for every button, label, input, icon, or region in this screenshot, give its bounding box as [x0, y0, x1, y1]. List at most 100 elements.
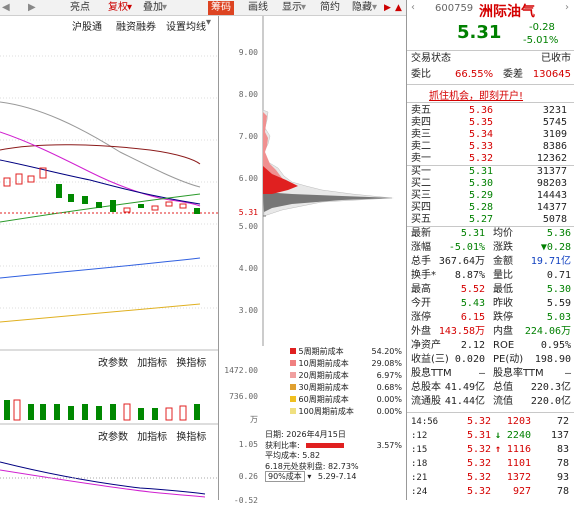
next-stock-icon[interactable]: › [565, 2, 569, 13]
sell-order-row[interactable]: 卖五 5.36 3231 [407, 105, 574, 117]
legend-row: 10周期前成本 29.08% [262, 358, 406, 369]
tick-time: :12 [411, 431, 428, 441]
toolbar-fuquan[interactable]: 复权 [108, 1, 128, 15]
avg-cost: 平均成本: 5.82 [265, 451, 321, 460]
toolbar-highlight[interactable]: 亮点 [70, 1, 90, 15]
sell-order-row[interactable]: 卖一 5.32 12362 [407, 153, 574, 165]
tag-hk-connect[interactable]: 沪股通 [72, 18, 102, 33]
cost-range-dropdown-icon[interactable]: ▾ [307, 472, 311, 481]
cost-range-select[interactable]: 90%成本 [265, 471, 305, 482]
status-row: 交易状态 已收市 [407, 53, 574, 65]
stock-code: 600759 [435, 3, 474, 14]
sell-order-row[interactable]: 卖三 5.34 3109 [407, 129, 574, 141]
quote-row: 换手* 8.87% 量比 0.71 [407, 270, 574, 282]
toolbar-hide[interactable]: 隐藏 [352, 1, 372, 15]
quote-value: 367.64万 [438, 256, 485, 267]
sell-order-volume: 3109 [542, 129, 567, 140]
quote-row: 涨幅 -5.01% 涨跌 ▼0.28 [407, 242, 574, 254]
toolbar-simple[interactable]: 简约 [320, 1, 340, 15]
sell-order-price: 5.36 [469, 105, 494, 116]
buy-order-label: 买三 [411, 190, 431, 201]
tick-price: 5.32 [467, 486, 492, 497]
buy-order-row[interactable]: 买三 5.29 14443 [407, 190, 574, 202]
volume-axis-tick: 1472.00 [224, 366, 258, 375]
axis-tick: 6.00 [238, 174, 258, 183]
sell-order-row[interactable]: 卖二 5.33 8386 [407, 141, 574, 153]
buy-order-volume: 14443 [536, 190, 567, 201]
sell-order-price: 5.32 [469, 153, 494, 164]
toolbar-chips[interactable]: 筹码 [208, 1, 234, 15]
tick-row[interactable]: :24 5.32 927 78 [407, 486, 574, 498]
tick-row[interactable]: :15 5.32 ↑ 1116 83 [407, 444, 574, 456]
flag-icon[interactable]: ▶ [384, 1, 391, 15]
quote-label: 金额 [493, 256, 513, 267]
buy-order-row[interactable]: 买四 5.28 14377 [407, 202, 574, 214]
macd-add-indicator-button[interactable]: 加指标 [137, 432, 167, 443]
stock-name: 洲际油气 [479, 4, 535, 20]
legend-swatch [290, 372, 296, 378]
quote-row: 净资产 2.12 ROE 0.95% [407, 340, 574, 352]
tick-row[interactable]: :21 5.32 1372 93 [407, 472, 574, 484]
buy-order-label: 买四 [411, 202, 431, 213]
ma-line-blue [0, 257, 201, 279]
volume-add-indicator-button[interactable]: 加指标 [137, 358, 167, 369]
tick-row[interactable]: :12 5.31 ↓ 2240 137 [407, 430, 574, 442]
buy-order-price: 5.31 [469, 166, 494, 177]
quote-label: PE(动) [493, 354, 524, 365]
hide-dropdown-icon[interactable]: ▾ [372, 1, 377, 15]
legend-label: 100周期前成本 [298, 407, 354, 416]
macd-edit-params-button[interactable]: 改参数 [98, 432, 128, 443]
kline-chart[interactable]: 改参数 加指标 换指标 改参数 加指标 换指标 [0, 32, 218, 500]
quote-value: 0.95% [540, 340, 571, 351]
display-dropdown-icon[interactable]: ▾ [301, 1, 306, 15]
set-ma-dropdown-icon[interactable]: ▾ [206, 17, 211, 28]
buy-order-row[interactable]: 买一 5.31 31377 [407, 166, 574, 178]
legend-value: 0.68% [376, 383, 402, 392]
quote-value: 198.90 [534, 354, 571, 365]
axis-tick: 4.00 [238, 264, 258, 273]
quote-label: 换手* [411, 270, 436, 281]
buy-order-volume: 14377 [536, 202, 567, 213]
weibi-label: 委比 [411, 69, 431, 80]
legend-label: 20周期前成本 [298, 371, 349, 380]
volume-switch-indicator-button[interactable]: 换指标 [176, 358, 206, 369]
tick-row[interactable]: 14:56 5.32 1203 72 [407, 416, 574, 428]
stock-change-pct: -5.01% [523, 35, 559, 46]
quote-label: 最低 [493, 284, 513, 295]
divider [407, 226, 574, 227]
sell-order-row[interactable]: 卖四 5.35 5745 [407, 117, 574, 129]
quote-label: 量比 [493, 270, 513, 281]
legend-value: 0.00% [376, 395, 402, 404]
profit-ratio-row: 获利比率: 3.57% [265, 441, 406, 452]
toolbar-overlay[interactable]: 叠加 [143, 1, 163, 15]
chip-info-panel: 日期: 2026年4月15日 获利比率: 3.57% 平均成本: 5.82 6.… [262, 430, 406, 500]
chip-settings-icon[interactable]: ▲ [395, 1, 402, 15]
quote-value: 220.3亿 [530, 382, 571, 393]
open-account-banner[interactable]: 抓住机会，即刻开户! [429, 87, 523, 102]
quote-label: 涨幅 [411, 242, 431, 253]
toolbar-display[interactable]: 显示 [282, 1, 302, 15]
scroll-left-icon[interactable]: ◀ [2, 1, 10, 15]
quote-row: 最高 5.52 最低 5.30 [407, 284, 574, 296]
buy-order-row[interactable]: 买五 5.27 5078 [407, 214, 574, 226]
quote-label: 股息TTM [411, 368, 452, 379]
scroll-right-icon[interactable]: ▶ [28, 1, 36, 15]
volume-edit-params-button[interactable]: 改参数 [98, 358, 128, 369]
macd-switch-indicator-button[interactable]: 换指标 [176, 432, 206, 443]
toolbar-draw[interactable]: 画线 [248, 1, 268, 15]
sell-order-label: 卖三 [411, 129, 431, 140]
chip-distribution[interactable] [262, 16, 406, 346]
legend-swatch [290, 348, 296, 354]
tick-row[interactable]: :18 5.32 1101 78 [407, 458, 574, 470]
set-ma-button[interactable]: 设置均线 [166, 18, 206, 33]
overlay-dropdown-icon[interactable]: ▾ [162, 1, 167, 15]
prev-stock-icon[interactable]: ‹ [411, 2, 415, 13]
fuquan-dropdown-icon[interactable]: ▾ [127, 1, 132, 15]
tick-count: 72 [556, 416, 569, 427]
axis-tick: 5.00 [238, 222, 258, 231]
tag-margin-trading[interactable]: 融资融券 [116, 18, 156, 33]
divider [407, 102, 574, 103]
buy-order-row[interactable]: 买二 5.30 98203 [407, 178, 574, 190]
divider [407, 84, 574, 85]
tick-price: 5.32 [467, 444, 492, 455]
